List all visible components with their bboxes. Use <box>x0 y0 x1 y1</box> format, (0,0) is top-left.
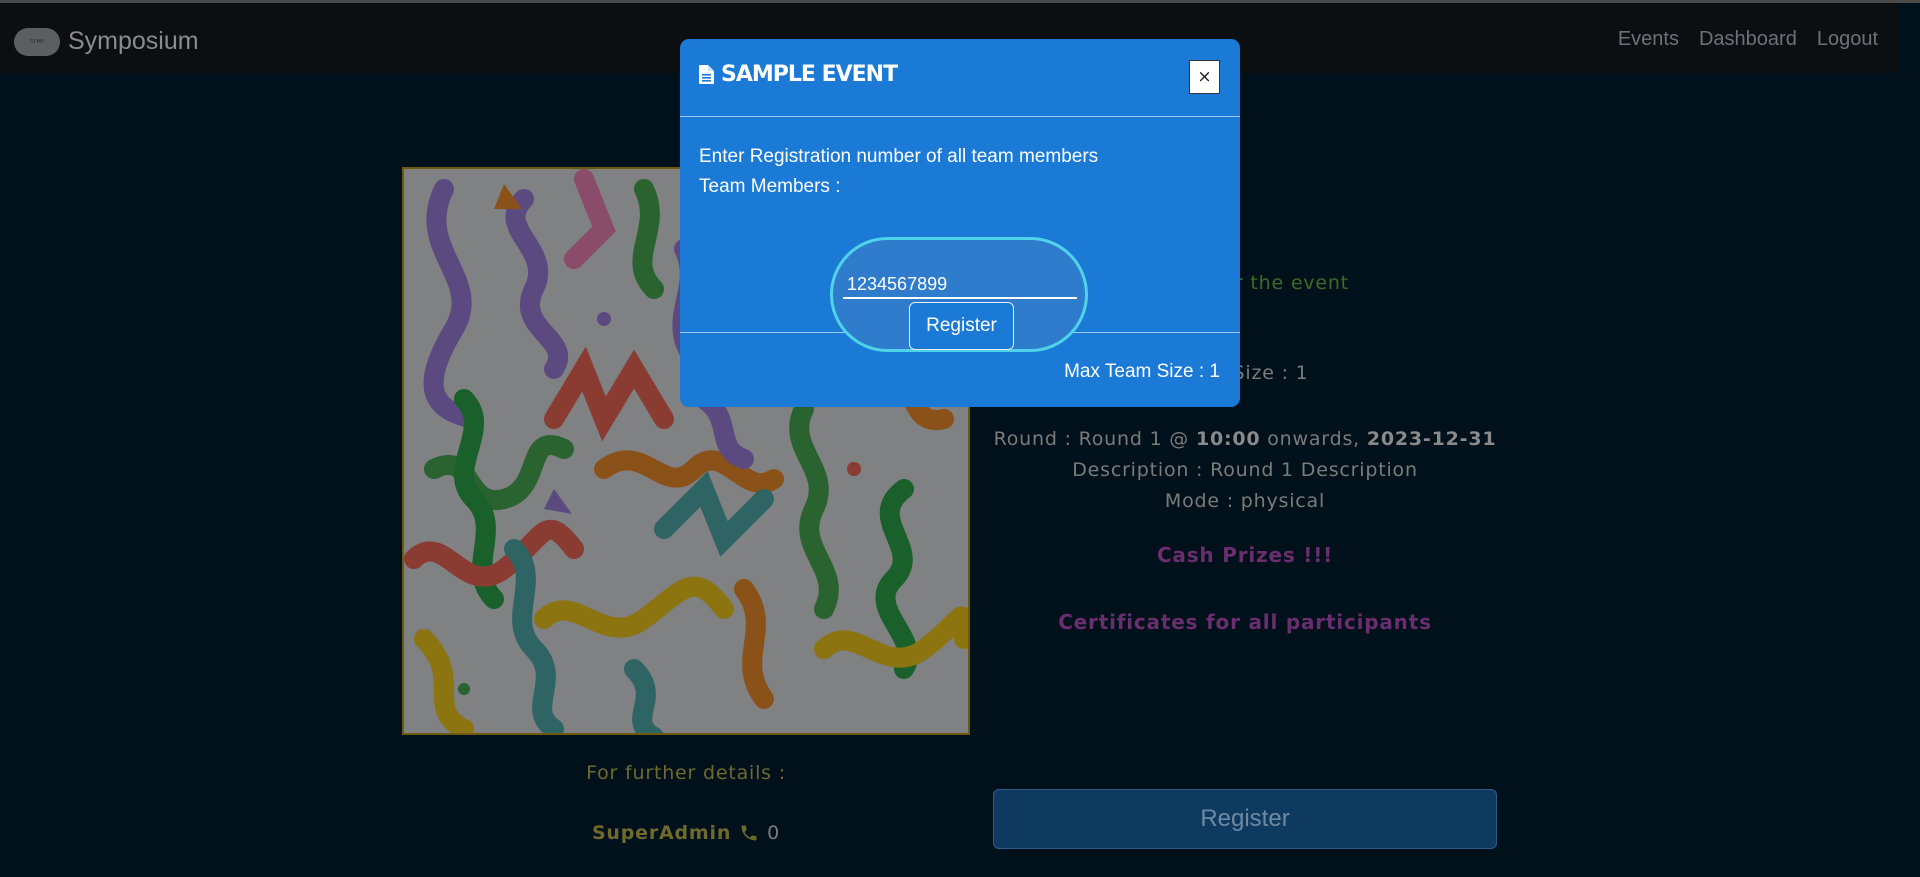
file-icon <box>699 65 714 84</box>
round-line: Round : Round 1 @ 10:00 onwards, 2023-12… <box>993 428 1497 450</box>
team-members-form: Register <box>830 237 1088 352</box>
app-logo: SYMP <box>14 27 60 56</box>
brand-name[interactable]: Symposium <box>68 27 199 56</box>
modal-register-button[interactable]: Register <box>909 302 1014 350</box>
register-button[interactable]: Register <box>993 789 1497 849</box>
nav-link-events[interactable]: Events <box>1618 28 1679 51</box>
prize-certificates: Certificates for all participants <box>1058 610 1432 634</box>
phone-icon <box>741 825 757 841</box>
max-team-size: Max Team Size : 1 <box>1064 361 1220 382</box>
round-info: Round : Round 1 @ 10:00 onwards, 2023-12… <box>993 424 1497 517</box>
modal-header: SAMPLE EVENT × <box>680 39 1240 117</box>
prize-cash: Cash Prizes !!! <box>1156 543 1334 567</box>
contact-number: 0 <box>767 822 781 844</box>
round-description: Description : Round 1 Description <box>1072 459 1418 481</box>
close-button[interactable]: × <box>1189 60 1220 94</box>
modal-instructions: Enter Registration number of all team me… <box>699 142 1098 202</box>
nav-links: Events Dashboard Logout <box>1618 28 1878 51</box>
member-registration-input[interactable] <box>843 271 1077 299</box>
modal-title-text: SAMPLE EVENT <box>721 62 898 87</box>
contact-info: SuperAdmin 0 <box>402 822 970 844</box>
team-members-label: Team Members : <box>699 176 841 197</box>
modal-title: SAMPLE EVENT <box>699 62 898 87</box>
brand[interactable]: SYMP Symposium <box>14 27 199 56</box>
contact-name: SuperAdmin <box>591 822 732 844</box>
logo-text: SYMP <box>29 38 45 45</box>
round-mode: Mode : physical <box>1164 490 1326 512</box>
further-details-label: For further details : <box>586 762 786 784</box>
instruction-text: Enter Registration number of all team me… <box>699 146 1099 167</box>
registration-modal: SAMPLE EVENT × Enter Registration number… <box>680 39 1240 407</box>
nav-link-logout[interactable]: Logout <box>1817 28 1878 51</box>
nav-link-dashboard[interactable]: Dashboard <box>1699 28 1797 51</box>
modal-body: Enter Registration number of all team me… <box>680 117 1240 352</box>
